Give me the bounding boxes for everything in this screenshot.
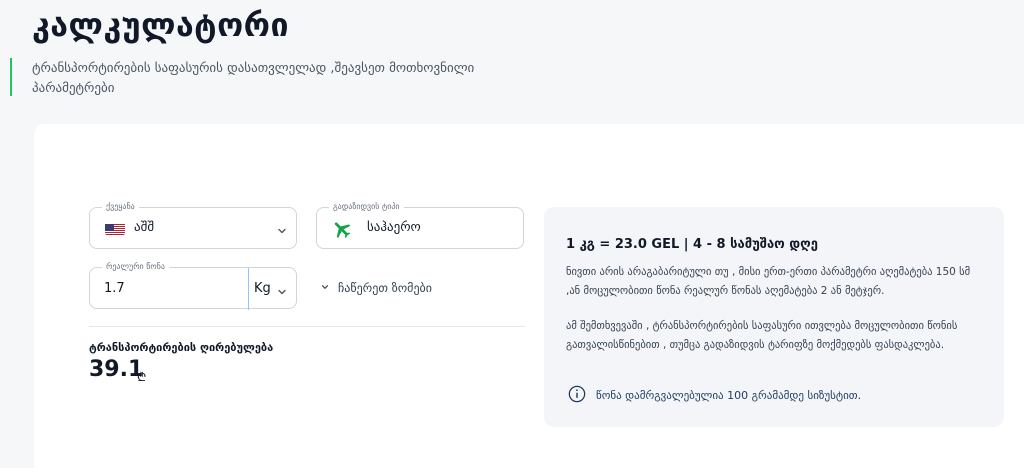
country-select[interactable]: ქვეყანა აშშ	[89, 201, 297, 249]
transport-cost-value: 39.1	[89, 357, 144, 382]
rounding-note: წონა დამრგვალებულია 100 გრამამდე სიზუსტი…	[568, 385, 861, 406]
form-divider	[89, 326, 525, 327]
enter-dimensions-label: ჩაწერეთ ზომები	[338, 281, 432, 295]
weight-input[interactable]: 1.7	[104, 268, 125, 310]
info-icon	[568, 385, 586, 406]
airplane-icon	[331, 218, 353, 240]
rounding-note-text: წონა დამრგვალებულია 100 გრამამდე სიზუსტი…	[596, 389, 862, 402]
volumetric-explanation: ამ შემთხვევაში , ტრანსპორტირების საფასურ…	[566, 320, 958, 351]
transport-cost-label: ტრანსპორტირების ღირებულება	[89, 341, 274, 354]
tariff-title: 1 კგ = 23.0 GEL | 4 - 8 სამუშაო დღე	[566, 237, 818, 252]
transport-type-select[interactable]: გადაზიდვის ტიპი საჰაერო	[316, 201, 524, 249]
chevron-down-icon	[320, 281, 330, 295]
chevron-down-icon	[276, 222, 288, 234]
lari-currency-symbol: ₾	[137, 370, 147, 384]
us-flag-icon	[105, 222, 125, 235]
unit-divider	[248, 268, 249, 310]
chevron-down-icon	[276, 283, 288, 295]
weight-field[interactable]: რეალური წონა 1.7 Kg	[89, 261, 297, 310]
enter-dimensions-toggle[interactable]: ჩაწერეთ ზომები	[320, 281, 432, 295]
page-title: კალკულატორი	[32, 6, 290, 44]
tariff-info-box: 1 კგ = 23.0 GEL | 4 - 8 სამუშაო დღე ნივთ…	[544, 207, 1004, 427]
transport-type-value: საჰაერო	[367, 220, 421, 235]
country-value: აშშ	[134, 220, 155, 235]
weight-unit-select[interactable]: Kg	[254, 268, 271, 310]
oversize-explanation: ნივთი არის არაგაბარიტული თუ , მისი ერთ-ე…	[566, 266, 971, 297]
subtitle-accent-bar	[10, 58, 12, 96]
page-subtitle: ტრანსპორტირების საფასურის დასათვლელად ,შ…	[32, 61, 475, 96]
